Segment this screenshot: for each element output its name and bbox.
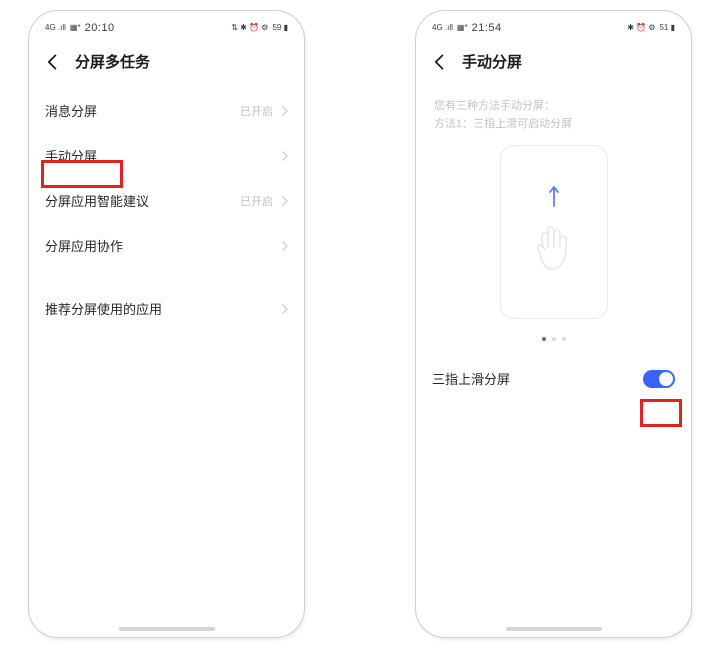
illustration-wrap (416, 139, 691, 319)
status-right-icons: ⇅ ✱ ⏰ ⚙ (231, 24, 268, 32)
back-icon[interactable] (43, 52, 63, 72)
page-dots[interactable] (416, 319, 691, 365)
home-indicator[interactable] (506, 627, 602, 631)
battery-icon: 59 ▮ (272, 24, 288, 32)
page-header: 分屏多任务 (29, 37, 304, 80)
desc-line-1: 您有三种方法手动分屏： (434, 98, 673, 116)
row-label: 消息分屏 (45, 101, 97, 120)
chevron-right-icon (281, 106, 288, 116)
settings-list: 消息分屏 已开启 手动分屏 分屏应用智能建议 已开启 分屏应用协作 (29, 80, 304, 339)
page-header: 手动分屏 (416, 37, 691, 80)
chevron-right-icon (281, 151, 288, 161)
highlight-toggle (640, 399, 682, 427)
back-icon[interactable] (430, 52, 450, 72)
status-bar: 4G .ıll ▦* 20:10 ⇅ ✱ ⏰ ⚙ 59 ▮ (29, 19, 304, 37)
row-recommend[interactable]: 推荐分屏使用的应用 (29, 286, 304, 331)
page-title: 手动分屏 (462, 51, 522, 72)
dot-1[interactable] (542, 337, 546, 341)
dot-3[interactable] (562, 337, 566, 341)
phone-left: 4G .ıll ▦* 20:10 ⇅ ✱ ⏰ ⚙ 59 ▮ 分屏多任务 消息分屏… (28, 10, 305, 638)
signal-icon: 4G .ıll (45, 24, 66, 32)
row-sub: 已开启 (240, 193, 273, 209)
description-block: 您有三种方法手动分屏： 方法1：三指上滑可启动分屏 (416, 80, 691, 139)
page-title: 分屏多任务 (75, 51, 150, 72)
illustration-card (500, 145, 608, 319)
row-smart-suggest[interactable]: 分屏应用智能建议 已开启 (29, 178, 304, 223)
arrow-up-icon (548, 184, 560, 213)
toggle-label: 三指上滑分屏 (432, 369, 510, 388)
signal-icon: 4G .ıll (432, 24, 453, 32)
toggle-three-finger-swipe[interactable] (643, 370, 675, 388)
status-bar: 4G .ıll ▦* 21:54 ✱ ⏰ ⚙ 51 ▮ (416, 19, 691, 37)
row-label: 分屏应用协作 (45, 236, 123, 255)
row-label: 推荐分屏使用的应用 (45, 299, 162, 318)
desc-line-2: 方法1：三指上滑可启动分屏 (434, 116, 673, 134)
chevron-right-icon (281, 241, 288, 251)
row-three-finger-swipe: 三指上滑分屏 (416, 365, 691, 392)
row-manual-split[interactable]: 手动分屏 (29, 133, 304, 178)
status-extra-icon: ▦* (70, 24, 81, 32)
status-time: 20:10 (85, 22, 115, 34)
status-right-icons: ✱ ⏰ ⚙ (627, 24, 655, 32)
row-sub: 已开启 (240, 103, 273, 119)
dot-2[interactable] (552, 337, 556, 341)
status-extra-icon: ▦* (457, 24, 468, 32)
row-collab[interactable]: 分屏应用协作 (29, 223, 304, 268)
row-label: 手动分屏 (45, 146, 97, 165)
row-label: 分屏应用智能建议 (45, 191, 149, 210)
three-finger-swipe-icon (531, 219, 577, 280)
row-message-split[interactable]: 消息分屏 已开启 (29, 88, 304, 133)
phone-right: 4G .ıll ▦* 21:54 ✱ ⏰ ⚙ 51 ▮ 手动分屏 您有三种方法手… (415, 10, 692, 638)
status-time: 21:54 (472, 22, 502, 34)
chevron-right-icon (281, 196, 288, 206)
home-indicator[interactable] (119, 627, 215, 631)
chevron-right-icon (281, 304, 288, 314)
battery-icon: 51 ▮ (659, 24, 675, 32)
